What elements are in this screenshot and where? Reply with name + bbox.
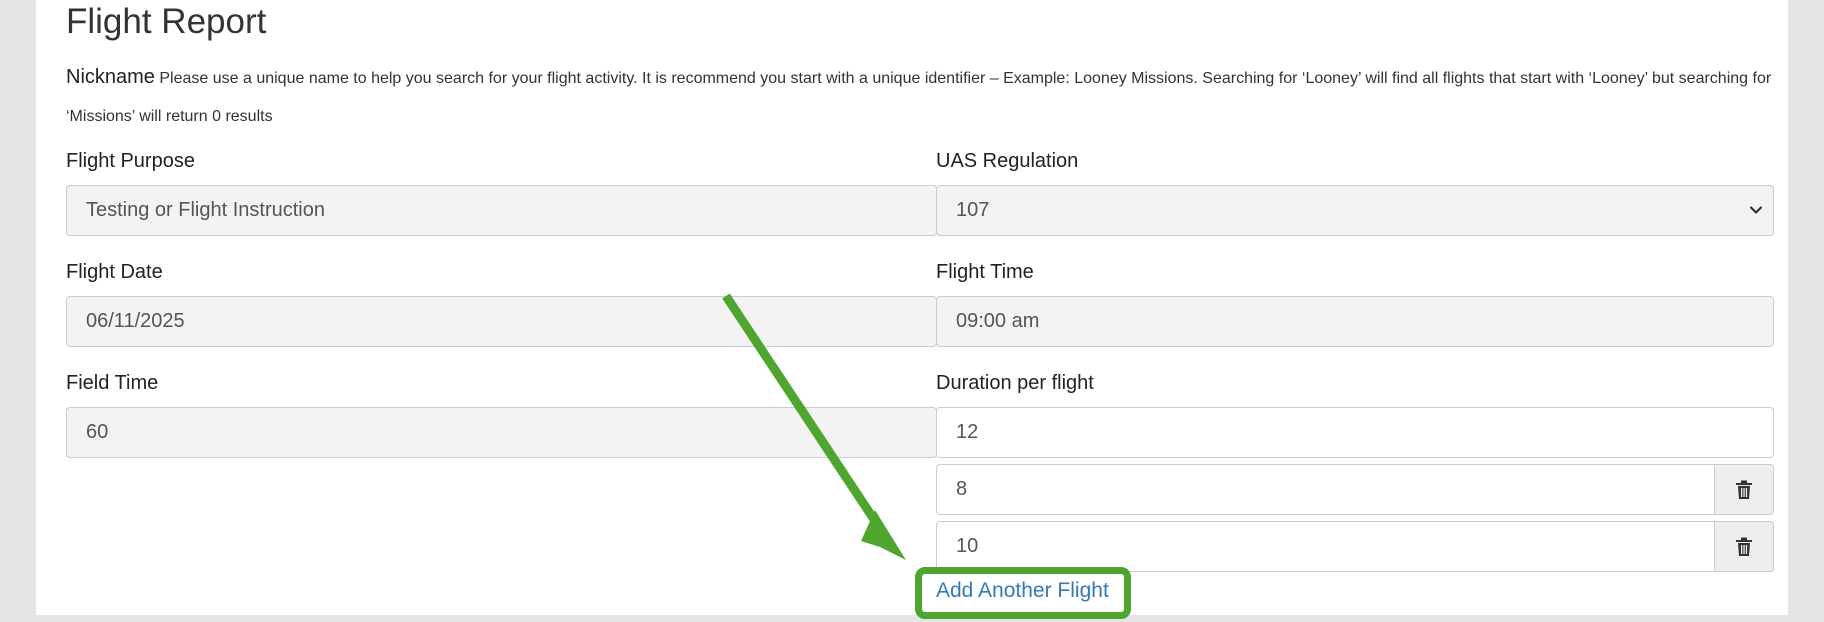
uas-regulation-select[interactable]: 107 [936, 185, 1774, 236]
duration-input-1[interactable]: 12 [936, 407, 1774, 458]
page-title: Flight Report [66, 2, 267, 41]
add-another-flight-link[interactable]: Add Another Flight [936, 579, 1109, 603]
page: Flight Report Nickname Please use a uniq… [0, 0, 1824, 622]
flight-time-field[interactable]: 09:00 am [936, 296, 1774, 347]
duration-label: Duration per flight [936, 372, 1094, 394]
nickname-help-block: Nickname Please use a unique name to hel… [66, 58, 1806, 136]
nickname-label: Nickname [66, 66, 155, 88]
duration-input-2[interactable]: 8 [936, 464, 1715, 515]
chevron-down-icon [1749, 206, 1763, 214]
uas-regulation-value: 107 [956, 199, 990, 221]
bottom-gutter [0, 615, 1824, 622]
duration-input-3[interactable]: 10 [936, 521, 1715, 572]
flight-report-panel: Flight Report Nickname Please use a uniq… [36, 0, 1788, 615]
trash-icon [1736, 480, 1752, 499]
uas-regulation-label: UAS Regulation [936, 150, 1079, 172]
flight-date-label: Flight Date [66, 261, 163, 283]
trash-icon [1736, 537, 1752, 556]
field-time-label: Field Time [66, 372, 159, 394]
flight-purpose-field[interactable]: Testing or Flight Instruction [66, 185, 937, 236]
flight-purpose-label: Flight Purpose [66, 150, 195, 172]
delete-duration-button[interactable] [1715, 521, 1774, 572]
field-time-field[interactable]: 60 [66, 407, 937, 458]
delete-duration-button[interactable] [1715, 464, 1774, 515]
flight-date-field[interactable]: 06/11/2025 [66, 296, 937, 347]
left-gutter [0, 0, 36, 622]
flight-time-label: Flight Time [936, 261, 1034, 283]
nickname-help-text: Please use a unique name to help you sea… [66, 70, 1772, 125]
